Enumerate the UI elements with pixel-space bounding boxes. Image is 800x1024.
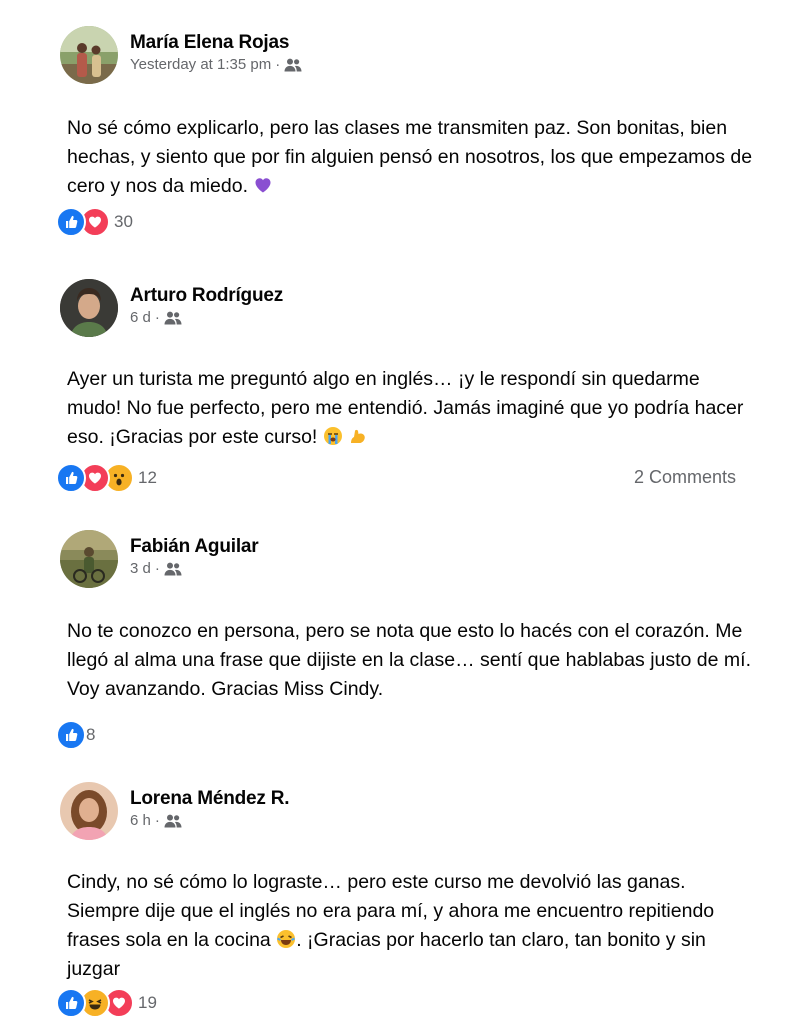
reactions-summary[interactable]: 30 (56, 207, 133, 237)
reaction-count[interactable]: 30 (114, 212, 133, 232)
like-reaction-icon (56, 988, 86, 1018)
friends-icon (164, 311, 182, 325)
author-name[interactable]: Arturo Rodríguez (130, 285, 283, 307)
post-text: Ayer un turista me preguntó algo en ingl… (67, 365, 757, 452)
laughing-face-icon (277, 930, 296, 948)
reaction-count[interactable]: 19 (138, 993, 157, 1013)
comments-count-link[interactable]: 2 Comments (634, 467, 736, 488)
post-meta: 6 h · (130, 812, 182, 829)
reactions-summary[interactable]: 12 (56, 463, 157, 493)
purple-heart-icon (255, 178, 271, 193)
post-meta: 3 d · (130, 560, 182, 577)
post-text-content: No te conozco en persona, pero se nota q… (67, 620, 751, 700)
avatar[interactable] (60, 26, 118, 84)
friends-icon (164, 562, 182, 576)
post-text-content: Ayer un turista me preguntó algo en ingl… (67, 368, 744, 448)
timestamp[interactable]: Yesterday at 1:35 pm (130, 56, 271, 73)
post-meta: 6 d · (130, 309, 182, 326)
timestamp[interactable]: 6 d (130, 309, 151, 326)
crying-face-icon (323, 427, 342, 445)
like-reaction-icon (56, 720, 86, 750)
avatar[interactable] (60, 530, 118, 588)
author-name[interactable]: Lorena Méndez R. (130, 788, 290, 810)
like-reaction-icon (56, 463, 86, 493)
reactions-summary[interactable]: 8 (56, 720, 95, 750)
reactions-summary[interactable]: 19 (56, 988, 157, 1018)
post-text: Cindy, no sé cómo lo lograste… pero este… (67, 868, 757, 984)
avatar[interactable] (60, 782, 118, 840)
separator: · (154, 812, 160, 829)
author-name[interactable]: Fabián Aguilar (130, 536, 259, 558)
separator: · (154, 560, 160, 577)
post-text: No te conozco en persona, pero se nota q… (67, 617, 757, 704)
reaction-count[interactable]: 8 (86, 725, 95, 745)
avatar[interactable] (60, 279, 118, 337)
like-reaction-icon (56, 207, 86, 237)
author-name[interactable]: María Elena Rojas (130, 32, 289, 54)
separator: · (275, 56, 281, 73)
post-text: No sé cómo explicarlo, pero las clases m… (67, 114, 757, 201)
timestamp[interactable]: 3 d (130, 560, 151, 577)
timestamp[interactable]: 6 h (130, 812, 151, 829)
post-text-content: No sé cómo explicarlo, pero las clases m… (67, 117, 753, 197)
post-meta: Yesterday at 1:35 pm · (130, 56, 302, 73)
reaction-count[interactable]: 12 (138, 468, 157, 488)
flexed-biceps-icon (351, 429, 365, 443)
separator: · (154, 309, 160, 326)
friends-icon (164, 814, 182, 828)
friends-icon (284, 58, 302, 72)
